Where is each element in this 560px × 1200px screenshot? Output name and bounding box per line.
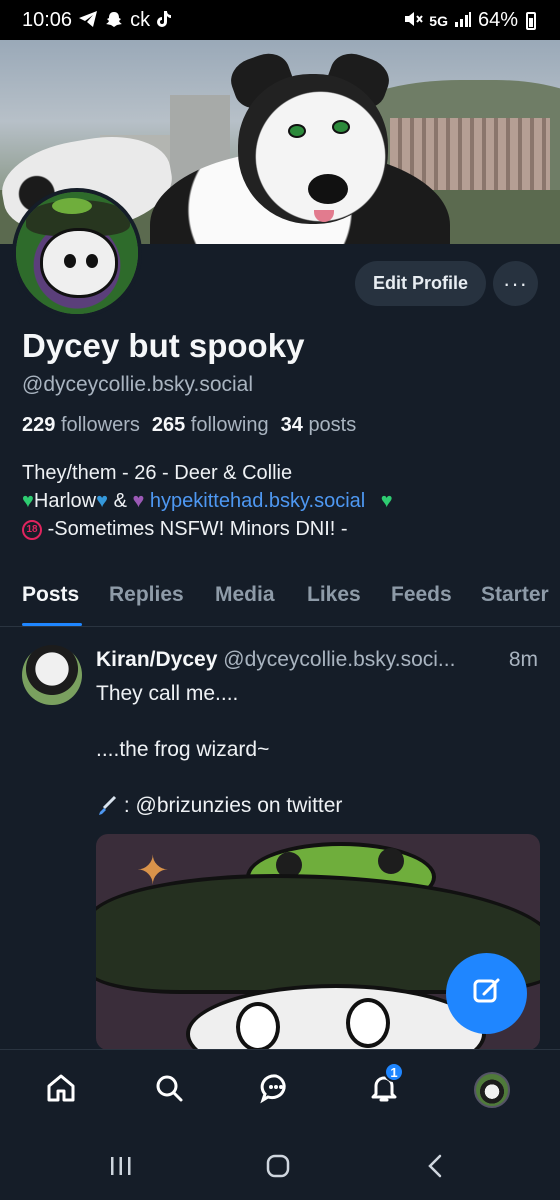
profile-avatar[interactable] [12, 188, 142, 318]
green-heart-icon: ♥ [380, 490, 393, 512]
telegram-icon [78, 10, 98, 32]
bio-mention-link[interactable]: hypekittehad.bsky.social [150, 490, 365, 512]
nav-profile-button[interactable] [470, 1068, 514, 1112]
profile-stats: 229 followers 265 following 34 posts [22, 414, 356, 437]
bio-line-3: 18 -Sometimes NSFW! Minors DNI! - [22, 515, 542, 543]
snapchat-icon [104, 10, 124, 32]
post-header: Kiran/Dycey @dyceycollie.bsky.soci... [96, 648, 546, 672]
bio-line-1: They/them - 26 - Deer & Collie [22, 462, 293, 484]
post-text-line-3: : @brizunzies on twitter [96, 792, 342, 820]
tab-replies[interactable]: Replies [109, 583, 184, 607]
green-heart-icon: ♥ [22, 490, 34, 512]
compose-button[interactable] [446, 953, 527, 1034]
home-circle-icon [265, 1153, 291, 1184]
more-options-button[interactable]: ··· [493, 261, 538, 306]
post-author-handle[interactable]: @dyceycollie.bsky.soci... [223, 648, 455, 671]
nav-search-button[interactable] [147, 1068, 191, 1112]
bottom-navigation: 1 [0, 1049, 560, 1129]
posts-stat: 34 posts [280, 414, 357, 436]
post-author-avatar[interactable] [22, 645, 82, 705]
blue-heart-icon: ♥ [96, 490, 108, 512]
recent-apps-icon [109, 1155, 133, 1182]
home-system-button[interactable] [263, 1153, 293, 1183]
network-type: 5G [429, 12, 448, 29]
nav-home-button[interactable] [39, 1068, 83, 1112]
battery-percent: 64% [477, 9, 518, 31]
profile-handle: @dyceycollie.bsky.social [22, 373, 254, 396]
notification-badge: 1 [384, 1062, 404, 1082]
carrier-text: ck [130, 9, 151, 31]
chat-icon [260, 1072, 292, 1109]
post-timestamp: 8m [504, 648, 538, 672]
bio-line-2: ♥Harlow♥ & ♥ hypekittehad.bsky.social ♥ [22, 490, 393, 512]
system-navigation [0, 1129, 560, 1200]
tab-media[interactable]: Media [215, 583, 275, 607]
mute-icon [403, 10, 424, 32]
following-stat[interactable]: 265 following [152, 414, 269, 437]
home-icon [45, 1072, 77, 1109]
profile-tabs: Posts Replies Media Likes Feeds Starter [0, 575, 560, 627]
tab-likes[interactable]: Likes [307, 583, 361, 607]
purple-heart-icon: ♥ [132, 490, 145, 512]
paintbrush-icon [96, 795, 118, 817]
tiktok-icon [156, 10, 172, 32]
active-tab-indicator [22, 623, 82, 626]
battery-icon [526, 11, 536, 30]
edit-profile-button[interactable]: Edit Profile [355, 261, 486, 306]
no-under-18-icon: 18 [22, 519, 42, 540]
tab-posts[interactable]: Posts [22, 583, 79, 607]
signal-icon [454, 11, 472, 31]
clock: 10:06 [22, 9, 73, 31]
tab-starter[interactable]: Starter [481, 583, 549, 607]
nav-profile-avatar [474, 1072, 510, 1108]
back-chevron-icon [425, 1153, 445, 1184]
status-bar: 10:06 ck 5G 64% [0, 0, 560, 40]
more-icon: ··· [503, 270, 528, 296]
post-text-line-2: ....the frog wizard~ [96, 738, 270, 761]
post-author-name[interactable]: Kiran/Dycey [96, 648, 217, 671]
profile-bio: They/them - 26 - Deer & Collie ♥Harlow♥ … [22, 459, 542, 543]
post-text-line-1: They call me.... [96, 682, 239, 705]
back-button[interactable] [420, 1153, 450, 1183]
compose-icon [470, 974, 504, 1013]
search-icon [153, 1072, 185, 1109]
display-name: Dycey but spooky [22, 327, 305, 364]
nav-chat-button[interactable] [254, 1068, 298, 1112]
tab-feeds[interactable]: Feeds [391, 583, 452, 607]
nav-notifications-button[interactable]: 1 [362, 1062, 406, 1112]
recent-apps-button[interactable] [106, 1153, 136, 1183]
followers-stat[interactable]: 229 followers [22, 414, 140, 437]
